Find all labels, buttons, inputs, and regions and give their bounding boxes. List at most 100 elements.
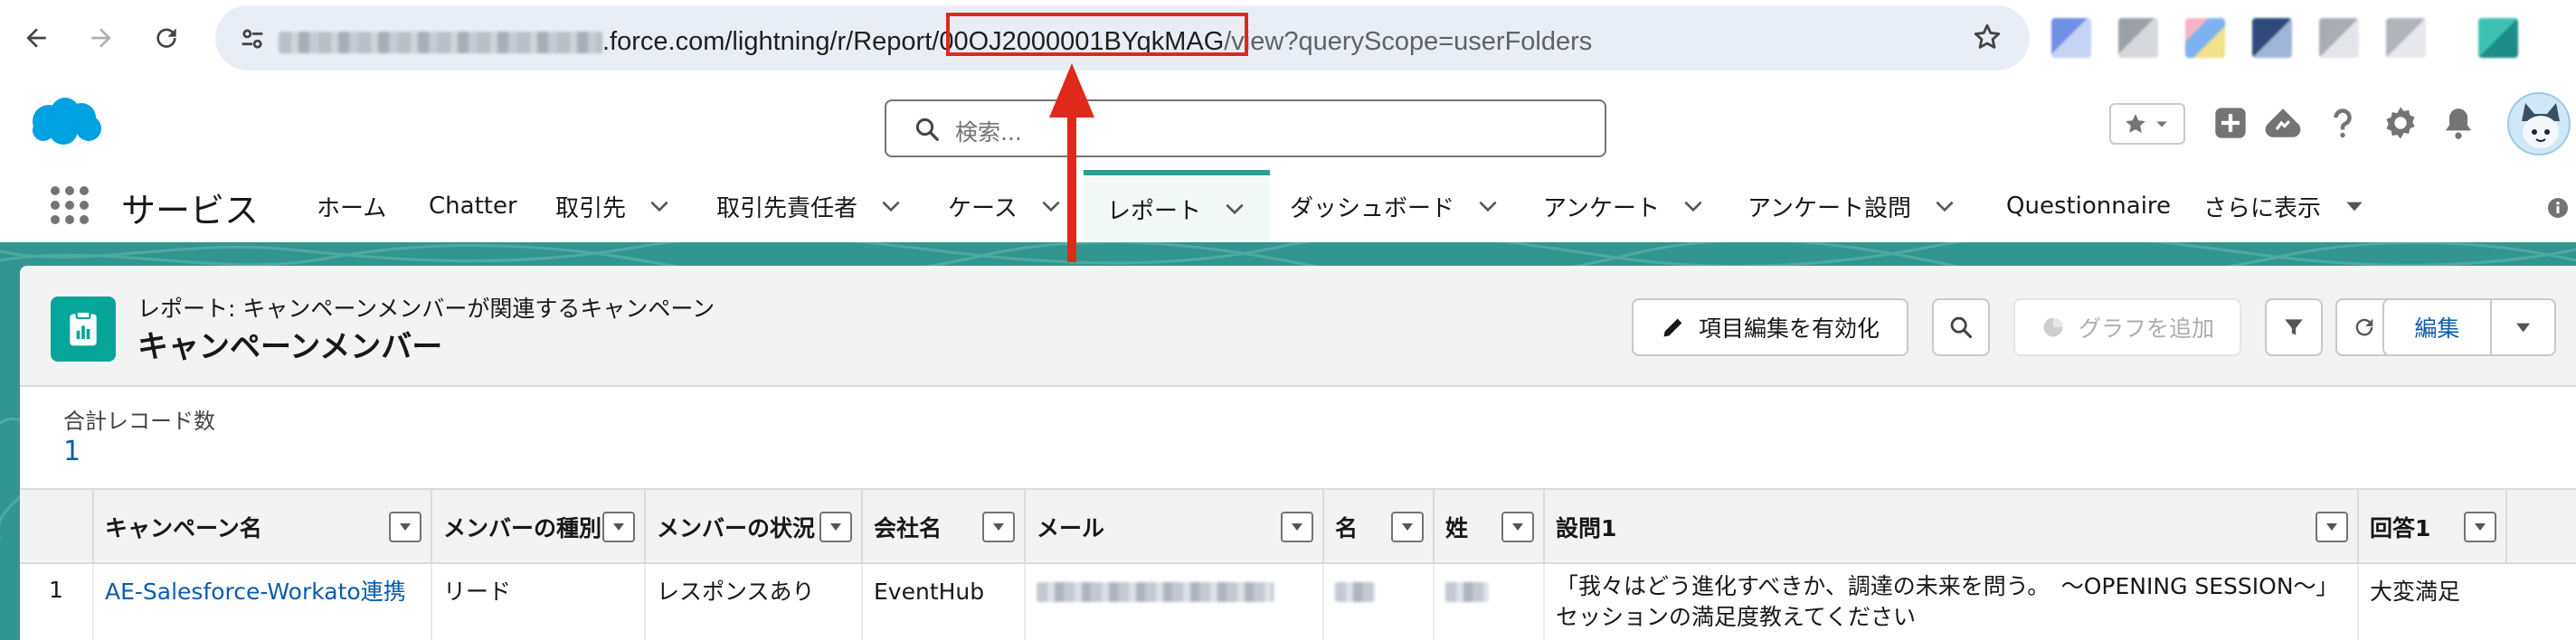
edit-button[interactable]: 編集 bbox=[2384, 311, 2490, 344]
app-navigation: サービス ホーム Chatter 取引先 取引先責任者 ケース レポート ダッシ… bbox=[0, 170, 2576, 242]
extension-icon[interactable] bbox=[2118, 18, 2158, 58]
chevron-down-icon[interactable] bbox=[879, 194, 903, 218]
nav-item-label: レポート bbox=[1107, 197, 1202, 225]
cell-member-type: リード bbox=[431, 564, 644, 640]
nav-item-cases[interactable]: ケース bbox=[948, 170, 1063, 242]
bookmark-star-icon[interactable] bbox=[1972, 22, 2003, 52]
nav-item-accounts[interactable]: 取引先 bbox=[555, 170, 671, 242]
column-menu-icon[interactable] bbox=[819, 512, 852, 542]
column-header-answer1[interactable]: 回答1 bbox=[2357, 490, 2505, 564]
question-line-1: 「我々はどう進化すべきか、調達の未来を問う。 〜OPENING SESSION〜… bbox=[1556, 573, 2339, 599]
column-header-last-name[interactable]: 姓 bbox=[1433, 490, 1543, 564]
column-header-campaign[interactable]: キャンペーン名 bbox=[92, 490, 431, 564]
column-header-label: メンバーの種別 bbox=[443, 515, 602, 541]
cell-campaign[interactable]: AE-Salesforce-Workato連携 bbox=[92, 564, 431, 640]
extension-icon[interactable] bbox=[2478, 18, 2518, 58]
setup-gear-icon[interactable] bbox=[2381, 103, 2420, 143]
help-icon[interactable] bbox=[2323, 103, 2363, 143]
back-icon[interactable] bbox=[14, 16, 58, 60]
nav-item-label: ダッシュボード bbox=[1290, 194, 1455, 222]
global-search-input[interactable]: 検索... bbox=[885, 99, 1606, 157]
forward-icon[interactable] bbox=[80, 16, 123, 60]
column-menu-icon[interactable] bbox=[1391, 512, 1424, 542]
global-header: 検索... bbox=[0, 80, 2576, 170]
enable-field-edit-label: 項目編集を有効化 bbox=[1698, 315, 1880, 342]
edit-button-group: 編集 bbox=[2382, 298, 2556, 356]
nav-item-reports[interactable]: レポート bbox=[1084, 170, 1270, 242]
filter-icon bbox=[2285, 319, 2303, 335]
search-icon bbox=[914, 116, 941, 143]
redacted-first-name bbox=[1335, 582, 1375, 602]
reload-icon[interactable] bbox=[145, 16, 188, 60]
question-line-2: セッションの満足度教えてください bbox=[1556, 604, 1917, 630]
extension-icon[interactable] bbox=[2252, 18, 2292, 58]
trailhead-icon[interactable] bbox=[2263, 103, 2303, 143]
search-placeholder: 検索... bbox=[955, 119, 1022, 146]
extension-icon[interactable] bbox=[2386, 18, 2426, 58]
column-header-first-name[interactable]: 名 bbox=[1322, 490, 1433, 564]
pencil-icon bbox=[1663, 318, 1682, 337]
user-avatar[interactable] bbox=[2507, 92, 2571, 155]
favorites-chevron-icon bbox=[2156, 121, 2167, 127]
column-menu-icon[interactable] bbox=[2464, 512, 2496, 542]
salesforce-logo[interactable] bbox=[27, 94, 105, 148]
refresh-icon bbox=[2355, 318, 2373, 336]
filter-button[interactable] bbox=[2265, 298, 2323, 356]
add-chart-button[interactable]: グラフを追加 bbox=[2013, 298, 2241, 356]
cell-question1: 「我々はどう進化すべきか、調達の未来を問う。 〜OPENING SESSION〜… bbox=[1543, 564, 2357, 640]
site-settings-icon[interactable] bbox=[237, 24, 268, 54]
url-text: .force.com/lightning/r/Report/ 00OJ20000… bbox=[279, 24, 1592, 60]
chevron-down-icon[interactable] bbox=[1223, 197, 1246, 221]
column-menu-icon[interactable] bbox=[1501, 512, 1534, 542]
nav-item-label: 取引先責任者 bbox=[716, 194, 858, 222]
column-header-label: メール bbox=[1037, 515, 1105, 541]
campaign-link[interactable]: AE-Salesforce-Workato連携 bbox=[105, 579, 406, 605]
column-menu-icon[interactable] bbox=[602, 512, 635, 542]
chevron-down-icon[interactable] bbox=[1933, 194, 1956, 218]
extension-icon[interactable] bbox=[2051, 18, 2091, 58]
nav-item-contacts[interactable]: 取引先責任者 bbox=[716, 170, 903, 242]
cell-last-name bbox=[1433, 564, 1543, 640]
favorites-button[interactable] bbox=[2109, 103, 2185, 145]
report-type-label: レポート: キャンペーンメンバーが関連するキャンペーン bbox=[137, 296, 715, 322]
column-header-label: 会社名 bbox=[874, 515, 942, 541]
report-header: レポート: キャンペーンメンバーが関連するキャンペーン キャンペーンメンバー 項… bbox=[20, 266, 2576, 387]
chevron-down-icon[interactable] bbox=[648, 194, 671, 218]
chevron-down-icon[interactable] bbox=[1476, 194, 1500, 218]
column-header-company[interactable]: 会社名 bbox=[861, 490, 1024, 564]
cell-answer1: 大変満足 bbox=[2357, 564, 2505, 640]
nav-item-survey-questions[interactable]: アンケート設問 bbox=[1747, 170, 1956, 242]
report-table: キャンペーン名 メンバーの種別 メンバーの状況 会社名 メール 名 姓 設問1 … bbox=[20, 488, 2576, 640]
chevron-down-icon[interactable] bbox=[1681, 194, 1705, 218]
extension-icon[interactable] bbox=[2319, 18, 2359, 58]
nav-item-label: ホーム bbox=[317, 194, 387, 222]
info-icon[interactable] bbox=[2547, 197, 2569, 219]
nav-item-dashboards[interactable]: ダッシュボード bbox=[1290, 170, 1500, 242]
page-title: キャンペーンメンバー bbox=[137, 329, 443, 365]
column-menu-icon[interactable] bbox=[1281, 512, 1313, 542]
nav-item-questionnaire[interactable]: Questionnaire bbox=[2006, 170, 2171, 242]
column-header-question1[interactable]: 設問1 bbox=[1543, 490, 2357, 564]
column-header-email[interactable]: メール bbox=[1024, 490, 1322, 564]
nav-item-surveys[interactable]: アンケート bbox=[1543, 170, 1705, 242]
column-header-label: 名 bbox=[1335, 515, 1359, 541]
enable-field-edit-button[interactable]: 項目編集を有効化 bbox=[1632, 298, 1908, 356]
column-menu-icon[interactable] bbox=[389, 512, 421, 542]
search-report-button[interactable] bbox=[1932, 298, 1990, 356]
caret-down-icon[interactable] bbox=[2343, 194, 2366, 218]
column-header-member-status[interactable]: メンバーの状況 bbox=[644, 490, 861, 564]
app-launcher-icon[interactable] bbox=[49, 184, 90, 226]
column-menu-icon[interactable] bbox=[982, 512, 1015, 542]
edit-menu-chevron-icon[interactable] bbox=[2492, 315, 2554, 339]
nav-item-label: ケース bbox=[948, 194, 1018, 222]
nav-item-more[interactable]: さらに表示 bbox=[2203, 170, 2366, 242]
extension-icon[interactable] bbox=[2185, 18, 2225, 58]
global-create-icon[interactable] bbox=[2211, 103, 2250, 143]
nav-item-home[interactable]: ホーム bbox=[317, 170, 386, 242]
notifications-bell-icon[interactable] bbox=[2439, 103, 2478, 143]
cell-email bbox=[1024, 564, 1322, 640]
column-header-member-type[interactable]: メンバーの種別 bbox=[431, 490, 644, 564]
column-menu-icon[interactable] bbox=[2316, 512, 2348, 542]
nav-item-chatter[interactable]: Chatter bbox=[429, 170, 517, 242]
nav-item-label: さらに表示 bbox=[2203, 194, 2322, 222]
